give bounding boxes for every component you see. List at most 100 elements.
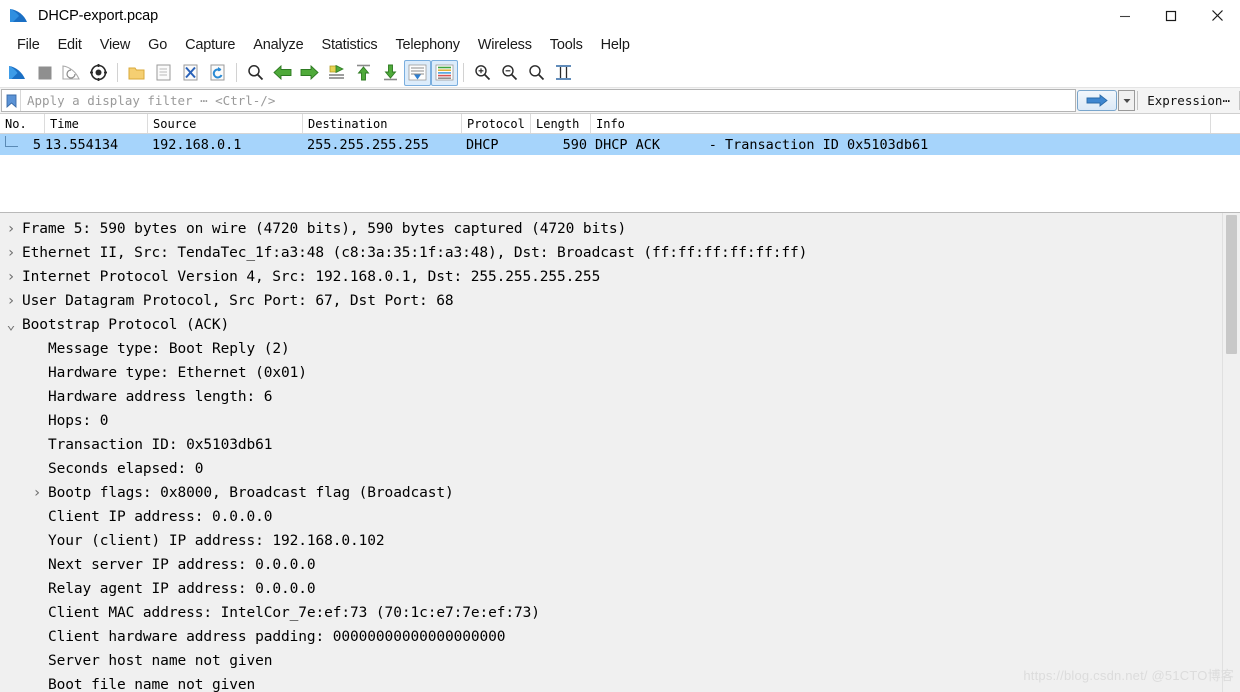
apply-filter-button[interactable] [1077, 90, 1118, 111]
cell-time: 13.554134 [45, 136, 119, 153]
wireshark-fin-icon [9, 7, 29, 24]
go-to-last-button[interactable] [377, 60, 404, 86]
detail-row-label: Server host name not given [48, 653, 273, 669]
go-to-packet-button[interactable] [323, 60, 350, 86]
filter-history-dropdown[interactable] [1118, 90, 1136, 111]
detail-row-client-ip-address[interactable]: › Client IP address: 0.0.0.0 [0, 505, 1222, 529]
display-filter-input[interactable] [21, 89, 1076, 112]
menu-view[interactable]: View [91, 35, 139, 55]
chevron-down-icon[interactable]: ⌄ [0, 317, 22, 333]
chevron-right-icon[interactable]: › [0, 269, 22, 285]
zoom-reset-button[interactable] [523, 60, 550, 86]
wireshark-window: DHCP-export.pcap File Edit View Go Captu… [0, 0, 1240, 692]
detail-row-label: Hardware type: Ethernet (0x01) [48, 365, 307, 381]
detail-row-label: Transaction ID: 0x5103db61 [48, 437, 273, 453]
detail-row-hops[interactable]: › Hops: 0 [0, 409, 1222, 433]
main-toolbar [0, 58, 1240, 88]
stop-capture-button[interactable] [31, 60, 58, 86]
menu-file[interactable]: File [8, 35, 49, 55]
go-back-button[interactable] [269, 60, 296, 86]
detail-row-ethernet[interactable]: › Ethernet II, Src: TendaTec_1f:a3:48 (c… [0, 241, 1222, 265]
detail-row-hardware-type[interactable]: › Hardware type: Ethernet (0x01) [0, 361, 1222, 385]
details-vertical-scrollbar[interactable] [1222, 213, 1240, 692]
menu-capture[interactable]: Capture [176, 35, 244, 55]
column-header-time[interactable]: Time [45, 114, 148, 133]
menu-telephony[interactable]: Telephony [386, 35, 468, 55]
detail-row-client-mac-address[interactable]: › Client MAC address: IntelCor_7e:ef:73 … [0, 601, 1222, 625]
detail-row-bootp-flags[interactable]: › Bootp flags: 0x8000, Broadcast flag (B… [0, 481, 1222, 505]
column-header-protocol[interactable]: Protocol [462, 114, 531, 133]
detail-row-server-host-name[interactable]: › Server host name not given [0, 649, 1222, 673]
colorize-packets-button[interactable] [431, 59, 458, 86]
window-controls [1102, 0, 1240, 31]
detail-row-udp[interactable]: › User Datagram Protocol, Src Port: 67, … [0, 289, 1222, 313]
detail-row-label: Bootstrap Protocol (ACK) [22, 317, 230, 333]
maximize-button[interactable] [1148, 0, 1194, 31]
detail-row-transaction-id[interactable]: › Transaction ID: 0x5103db61 [0, 433, 1222, 457]
restart-capture-button[interactable] [58, 60, 85, 86]
open-file-button[interactable] [123, 60, 150, 86]
column-header-source[interactable]: Source [148, 114, 303, 133]
menu-statistics[interactable]: Statistics [312, 35, 386, 55]
zoom-in-button[interactable] [469, 60, 496, 86]
detail-row-label: Seconds elapsed: 0 [48, 461, 204, 477]
close-button[interactable] [1194, 0, 1240, 31]
menu-bar: File Edit View Go Capture Analyze Statis… [0, 31, 1240, 58]
detail-row-frame[interactable]: › Frame 5: 590 bytes on wire (4720 bits)… [0, 217, 1222, 241]
menu-go[interactable]: Go [139, 35, 176, 55]
bookmark-icon[interactable] [2, 90, 21, 111]
save-file-button[interactable] [150, 60, 177, 86]
packet-list-header: No. Time Source Destination Protocol Len… [0, 114, 1240, 134]
packet-list-pane: No. Time Source Destination Protocol Len… [0, 114, 1240, 213]
filter-input-container[interactable] [1, 89, 1077, 112]
toolbar-separator-3 [463, 63, 464, 82]
display-filter-bar: Expression⋯ [0, 88, 1240, 114]
detail-row-hardware-address-length[interactable]: › Hardware address length: 6 [0, 385, 1222, 409]
chevron-right-icon[interactable]: › [0, 293, 22, 309]
detail-row-client-hardware-address-padding[interactable]: › Client hardware address padding: 00000… [0, 625, 1222, 649]
detail-row-label: Hardware address length: 6 [48, 389, 273, 405]
auto-scroll-live-button[interactable] [404, 59, 431, 86]
detail-row-seconds-elapsed[interactable]: › Seconds elapsed: 0 [0, 457, 1222, 481]
detail-row-ipv4[interactable]: › Internet Protocol Version 4, Src: 192.… [0, 265, 1222, 289]
column-header-length[interactable]: Length [531, 114, 591, 133]
detail-row-relay-agent-ip-address[interactable]: › Relay agent IP address: 0.0.0.0 [0, 577, 1222, 601]
resize-columns-button[interactable] [550, 60, 577, 86]
find-packet-button[interactable] [242, 60, 269, 86]
menu-help[interactable]: Help [592, 35, 639, 55]
detail-row-label: Boot file name not given [48, 677, 256, 692]
go-to-first-button[interactable] [350, 60, 377, 86]
column-header-no[interactable]: No. [0, 114, 45, 133]
toolbar-separator-1 [117, 63, 118, 82]
capture-options-button[interactable] [85, 60, 112, 86]
chevron-right-icon[interactable]: › [0, 245, 22, 261]
menu-tools[interactable]: Tools [541, 35, 592, 55]
close-file-button[interactable] [177, 60, 204, 86]
title-bar-left: DHCP-export.pcap [0, 7, 158, 24]
detail-row-label: Bootp flags: 0x8000, Broadcast flag (Bro… [48, 485, 454, 501]
detail-row-bootstrap-protocol[interactable]: ⌄ Bootstrap Protocol (ACK) [0, 313, 1222, 337]
scrollbar-thumb[interactable] [1226, 215, 1237, 354]
minimize-button[interactable] [1102, 0, 1148, 31]
chevron-right-icon[interactable]: › [26, 485, 48, 501]
start-capture-button[interactable] [4, 60, 31, 86]
go-forward-button[interactable] [296, 60, 323, 86]
detail-row-label: Message type: Boot Reply (2) [48, 341, 290, 357]
menu-analyze[interactable]: Analyze [244, 35, 312, 55]
cell-destination: 255.255.255.255 [307, 136, 429, 153]
zoom-out-button[interactable] [496, 60, 523, 86]
table-row[interactable]: 5 13.554134 192.168.0.1 255.255.255.255 … [0, 134, 1240, 155]
menu-edit[interactable]: Edit [49, 35, 91, 55]
column-header-info[interactable]: Info [591, 114, 1211, 133]
detail-row-label: Internet Protocol Version 4, Src: 192.16… [22, 269, 601, 285]
detail-row-boot-file-name[interactable]: › Boot file name not given [0, 673, 1222, 692]
menu-wireless[interactable]: Wireless [469, 35, 541, 55]
reload-file-button[interactable] [204, 60, 231, 86]
detail-row-message-type[interactable]: › Message type: Boot Reply (2) [0, 337, 1222, 361]
chevron-right-icon[interactable]: › [0, 221, 22, 237]
column-header-destination[interactable]: Destination [303, 114, 462, 133]
filter-expression-button[interactable]: Expression⋯ [1138, 88, 1239, 113]
detail-row-next-server-ip-address[interactable]: › Next server IP address: 0.0.0.0 [0, 553, 1222, 577]
cell-source: 192.168.0.1 [152, 136, 242, 153]
detail-row-your-client-ip-address[interactable]: › Your (client) IP address: 192.168.0.10… [0, 529, 1222, 553]
